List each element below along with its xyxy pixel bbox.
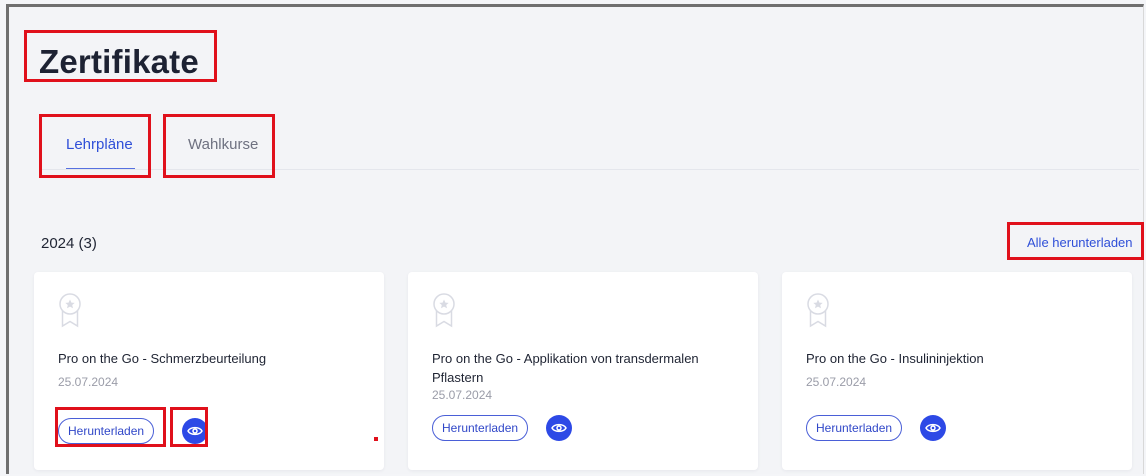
download-all-link[interactable]: Alle herunterladen — [1027, 235, 1133, 250]
view-button[interactable] — [546, 415, 572, 441]
eye-icon — [187, 426, 203, 436]
award-icon — [433, 293, 455, 328]
view-button[interactable] — [182, 418, 208, 444]
download-button[interactable]: Herunterladen — [806, 415, 903, 441]
certificate-title: Pro on the Go - Insulininjektion — [806, 351, 984, 366]
award-icon — [807, 293, 829, 328]
download-button[interactable]: Herunterladen — [58, 418, 155, 444]
view-button[interactable] — [920, 415, 946, 441]
certificate-date: 25.07.2024 — [432, 388, 493, 402]
certificate-title: Pro on the Go - Applikation von transder… — [432, 351, 699, 385]
tabs-divider — [39, 169, 1139, 170]
tab-wahlkurse[interactable]: Wahlkurse — [188, 136, 258, 153]
certificate-title: Pro on the Go - Schmerzbeurteilung — [58, 351, 267, 366]
certificate-card: Pro on the Go - Applikation von transder… — [408, 272, 758, 470]
highlight-dot — [374, 437, 378, 441]
tab-lehrplaene[interactable]: Lehrpläne — [66, 136, 133, 153]
eye-icon — [551, 423, 567, 433]
app-window: Zertifikate Lehrpläne Wahlkurse 2024 (3)… — [6, 4, 1144, 474]
certificate-card: Pro on the Go - Insulininjektion 25.07.2… — [782, 272, 1132, 470]
certificate-date: 25.07.2024 — [806, 375, 867, 389]
eye-icon — [925, 423, 941, 433]
certificate-card: Pro on the Go - Schmerzbeurteilung 25.07… — [34, 272, 384, 470]
page-title: Zertifikate — [39, 43, 199, 80]
download-button[interactable]: Herunterladen — [432, 415, 529, 441]
award-icon — [59, 293, 81, 328]
certificate-date: 25.07.2024 — [58, 375, 119, 389]
section-year-heading: 2024 (3) — [41, 235, 97, 252]
